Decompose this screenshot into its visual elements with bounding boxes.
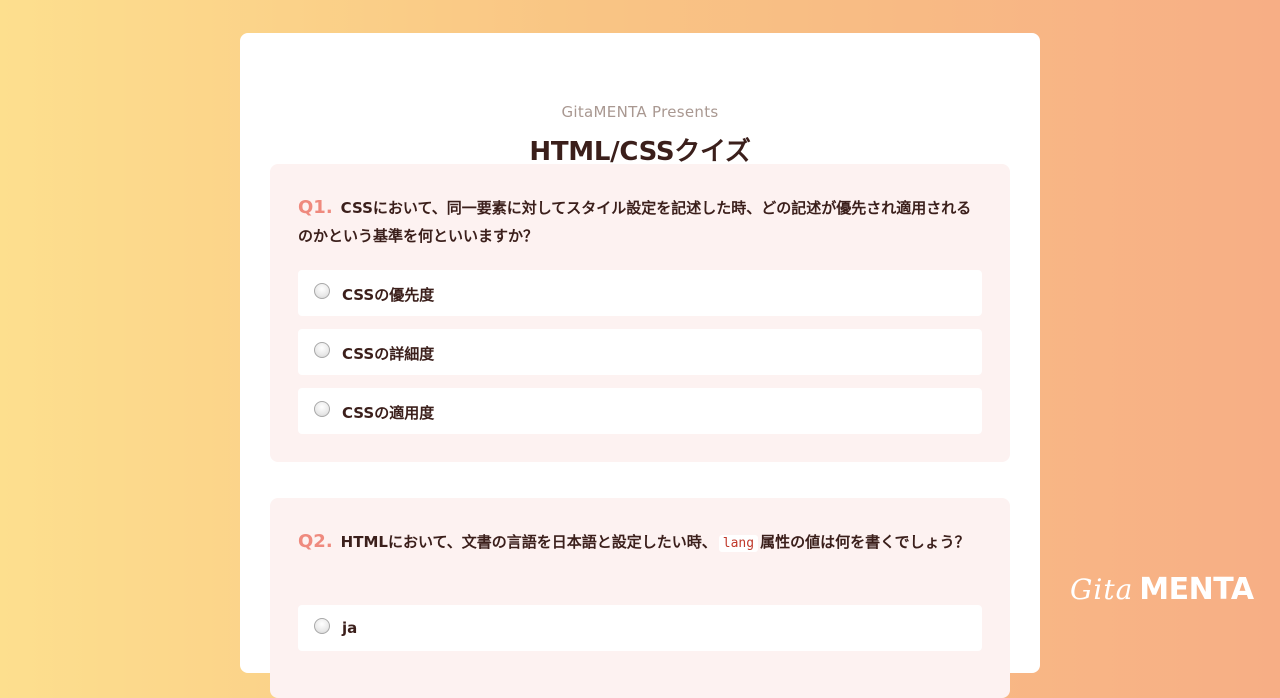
logo-menta-text: MENTA (1139, 572, 1254, 607)
radio-button[interactable] (314, 342, 330, 358)
question-text: Q1. CSSにおいて、同一要素に対してスタイル設定を記述した時、どの記述が優先さ… (298, 194, 982, 250)
presents-label: GitaMENTA Presents (561, 103, 719, 121)
option-label: CSSの優先度 (342, 286, 435, 304)
question-card-1: Q1. CSSにおいて、同一要素に対してスタイル設定を記述した時、どの記述が優先さ… (270, 164, 1010, 462)
question-body: CSSにおいて、同一要素に対してスタイル設定を記述した時、どの記述が優先され適用… (298, 199, 972, 245)
radio-button[interactable] (314, 618, 330, 634)
question-body-before: HTMLにおいて、文書の言語を日本語と設定したい時、 (340, 533, 717, 551)
option-3[interactable]: CSSの適用度 (298, 388, 982, 434)
option-label: ja (342, 619, 358, 637)
option-label: CSSの適用度 (342, 404, 435, 422)
option-1[interactable]: CSSの優先度 (298, 270, 982, 316)
logo-gita-text: Gita (1070, 573, 1134, 606)
radio-button[interactable] (314, 283, 330, 299)
question-number: Q1. (298, 197, 333, 218)
inline-code: lang (718, 535, 759, 552)
radio-button[interactable] (314, 401, 330, 417)
question-number: Q2. (298, 531, 333, 552)
option-2[interactable]: CSSの詳細度 (298, 329, 982, 375)
question-text: Q2. HTMLにおいて、文書の言語を日本語と設定したい時、 lang 属性の値は何を… (298, 528, 982, 558)
option-1[interactable]: ja (298, 605, 982, 651)
question-body-after: 属性の値は何を書くでしょう？ (760, 533, 970, 551)
gitamenta-logo: Gita MENTA (1070, 572, 1254, 616)
page-title: HTML/CSSクイズ (529, 137, 751, 167)
question-card-2: Q2. HTMLにおいて、文書の言語を日本語と設定したい時、 lang 属性の値は何を… (270, 498, 1010, 698)
option-label: CSSの詳細度 (342, 345, 435, 363)
